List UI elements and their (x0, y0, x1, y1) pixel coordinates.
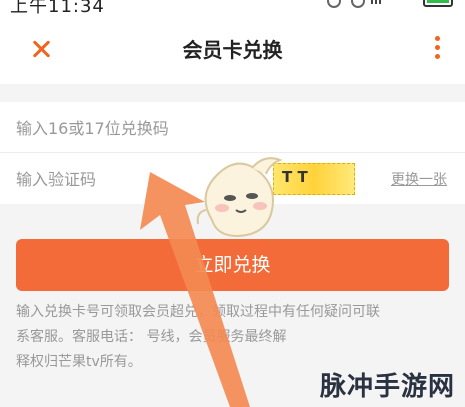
battery-icon (423, 0, 453, 7)
notice-text: 输入兑换卡号可领取会员超兑，领取过程中有任何疑问可联 系客服。客服电话： 号线，… (16, 300, 456, 375)
page-title: 会员卡兑换 (182, 38, 283, 62)
verify-row: T T 更换一张 (0, 153, 465, 203)
alarm-icon (327, 0, 341, 8)
app-header: 会员卡兑换 (0, 14, 465, 84)
refresh-captcha-link[interactable]: 更换一张 (391, 169, 447, 189)
redeem-form: T T 更换一张 (0, 102, 465, 204)
notice-line-3: 释权归芒果tv所有。 (16, 354, 142, 370)
redeem-now-button[interactable]: 立即兑换 (16, 239, 449, 291)
notice-line-1: 输入兑换卡号可领取会员超兑，领取过程中有任何疑问可联 (16, 304, 380, 320)
redeem-code-input[interactable] (16, 116, 316, 140)
notice-line-2: 系客服。客服电话： 号线，会员服务最终解 (16, 329, 287, 345)
captcha-text: T T (282, 168, 308, 186)
more-options-icon[interactable] (435, 36, 441, 62)
status-time: 上午11:34 (10, 0, 105, 14)
signal-icon (371, 0, 383, 4)
code-row (0, 102, 465, 153)
status-bar: 上午11:34 (0, 0, 465, 14)
clock-icon (351, 0, 365, 8)
captcha-image[interactable]: T T (273, 163, 355, 195)
verify-code-input[interactable] (16, 167, 256, 191)
